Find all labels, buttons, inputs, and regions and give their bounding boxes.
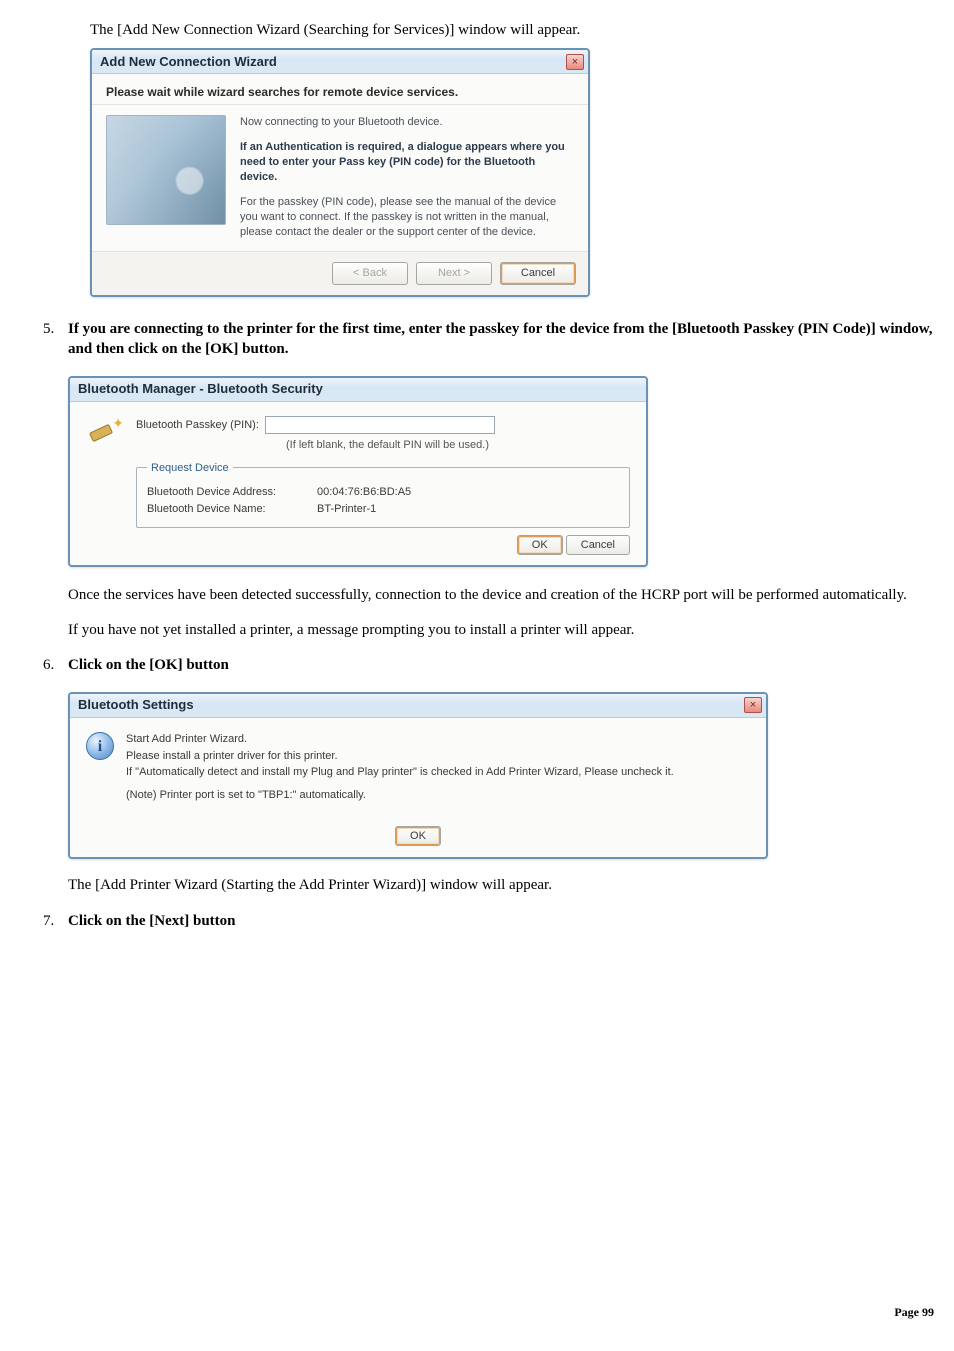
wizard-line1: Now connecting to your Bluetooth device. (240, 115, 574, 130)
addr-label: Bluetooth Device Address: (147, 485, 307, 500)
settings-note: (Note) Printer port is set to "TBP1:" au… (126, 788, 750, 803)
step5-text: If you are connecting to the printer for… (68, 321, 932, 357)
page-number: Page 99 (894, 1304, 934, 1320)
request-device-legend: Request Device (147, 461, 233, 476)
wizard-subheader: Please wait while wizard searches for re… (92, 74, 588, 105)
after5-p2: If you have not yet installed a printer,… (68, 620, 934, 640)
close-icon[interactable]: × (744, 697, 762, 713)
settings-dialog: Bluetooth Settings × Start Add Printer W… (68, 692, 768, 860)
cancel-button[interactable]: Cancel (500, 262, 576, 285)
settings-title: Bluetooth Settings (78, 696, 194, 714)
settings-line3: If "Automatically detect and install my … (126, 765, 750, 780)
wizard-line2: If an Authentication is required, a dial… (240, 140, 574, 185)
passkey-label: Bluetooth Passkey (PIN): (136, 419, 259, 431)
settings-line1: Start Add Printer Wizard. (126, 732, 750, 747)
back-button[interactable]: < Back (332, 262, 408, 285)
after6-text: The [Add Printer Wizard (Starting the Ad… (68, 875, 934, 895)
ok-button[interactable]: OK (395, 826, 441, 846)
name-value: BT-Printer-1 (317, 502, 376, 517)
wizard-illustration (106, 115, 226, 225)
passkey-hint: (If left blank, the default PIN will be … (136, 438, 630, 453)
request-device-group: Request Device Bluetooth Device Address:… (136, 461, 630, 529)
settings-line2: Please install a printer driver for this… (126, 749, 750, 764)
cancel-button[interactable]: Cancel (566, 535, 630, 555)
ok-button[interactable]: OK (517, 535, 563, 555)
close-icon[interactable]: × (566, 54, 584, 70)
addr-value: 00:04:76:B6:BD:A5 (317, 485, 411, 500)
intro-paragraph: The [Add New Connection Wizard (Searchin… (90, 20, 934, 40)
step7-text: Click on the [Next] button (68, 913, 236, 929)
wizard-line3: For the passkey (PIN code), please see t… (240, 195, 574, 240)
security-dialog: Bluetooth Manager - Bluetooth Security ✦… (68, 376, 648, 567)
wizard-title: Add New Connection Wizard (100, 53, 277, 71)
key-icon: ✦ (86, 416, 122, 452)
after5-p1: Once the services have been detected suc… (68, 585, 934, 605)
info-icon (86, 732, 114, 760)
next-button[interactable]: Next > (416, 262, 492, 285)
name-label: Bluetooth Device Name: (147, 502, 307, 517)
wizard-dialog: Add New Connection Wizard × Please wait … (90, 48, 590, 297)
step6-text: Click on the [OK] button (68, 657, 229, 673)
security-title: Bluetooth Manager - Bluetooth Security (78, 380, 323, 398)
passkey-input[interactable] (265, 416, 495, 434)
